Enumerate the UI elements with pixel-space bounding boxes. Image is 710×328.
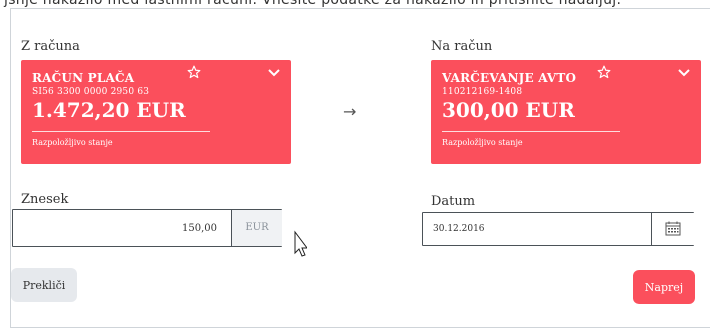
card-divider — [442, 131, 620, 132]
star-icon[interactable] — [597, 65, 611, 79]
cancel-button[interactable]: Prekliči — [11, 268, 77, 302]
amount-field: EUR — [12, 209, 282, 247]
to-account-balance: 300,00 EUR — [442, 98, 575, 122]
amount-label: Znesek — [21, 192, 69, 207]
transfer-arrow-icon: → — [343, 102, 357, 121]
from-account-card[interactable]: RAČUN PLAČA SI56 3300 0000 2950 63 1.472… — [21, 60, 291, 164]
amount-input[interactable] — [13, 210, 225, 246]
to-account-label: Na račun — [431, 39, 493, 54]
instruction-text-cropped: jšnje nakazilo med lastnimi računi. Vnes… — [4, 0, 622, 8]
star-icon[interactable] — [187, 65, 201, 79]
next-button[interactable]: Naprej — [633, 270, 695, 304]
date-label: Datum — [431, 194, 476, 209]
chevron-down-icon[interactable] — [267, 68, 281, 78]
to-account-card[interactable]: VARČEVANJE AVTO 110212169-1408 300,00 EU… — [431, 60, 701, 164]
currency-addon: EUR — [231, 210, 282, 246]
from-balance-label: Razpoložljivo stanje — [32, 138, 113, 147]
mouse-pointer-icon — [294, 230, 307, 257]
calendar-icon — [665, 221, 681, 236]
to-account-number: 110212169-1408 — [442, 87, 523, 97]
card-divider — [32, 131, 210, 132]
date-field — [422, 212, 694, 246]
from-account-name: RAČUN PLAČA — [32, 71, 135, 85]
chevron-down-icon[interactable] — [677, 68, 691, 78]
to-account-name: VARČEVANJE AVTO — [442, 71, 577, 85]
transfer-form-panel — [10, 8, 710, 328]
from-account-label: Z računa — [21, 39, 80, 54]
from-account-balance: 1.472,20 EUR — [32, 98, 186, 122]
calendar-button[interactable] — [651, 213, 694, 245]
to-balance-label: Razpoložljivo stanje — [442, 138, 523, 147]
date-input[interactable] — [423, 213, 648, 245]
from-account-iban: SI56 3300 0000 2950 63 — [32, 87, 150, 97]
